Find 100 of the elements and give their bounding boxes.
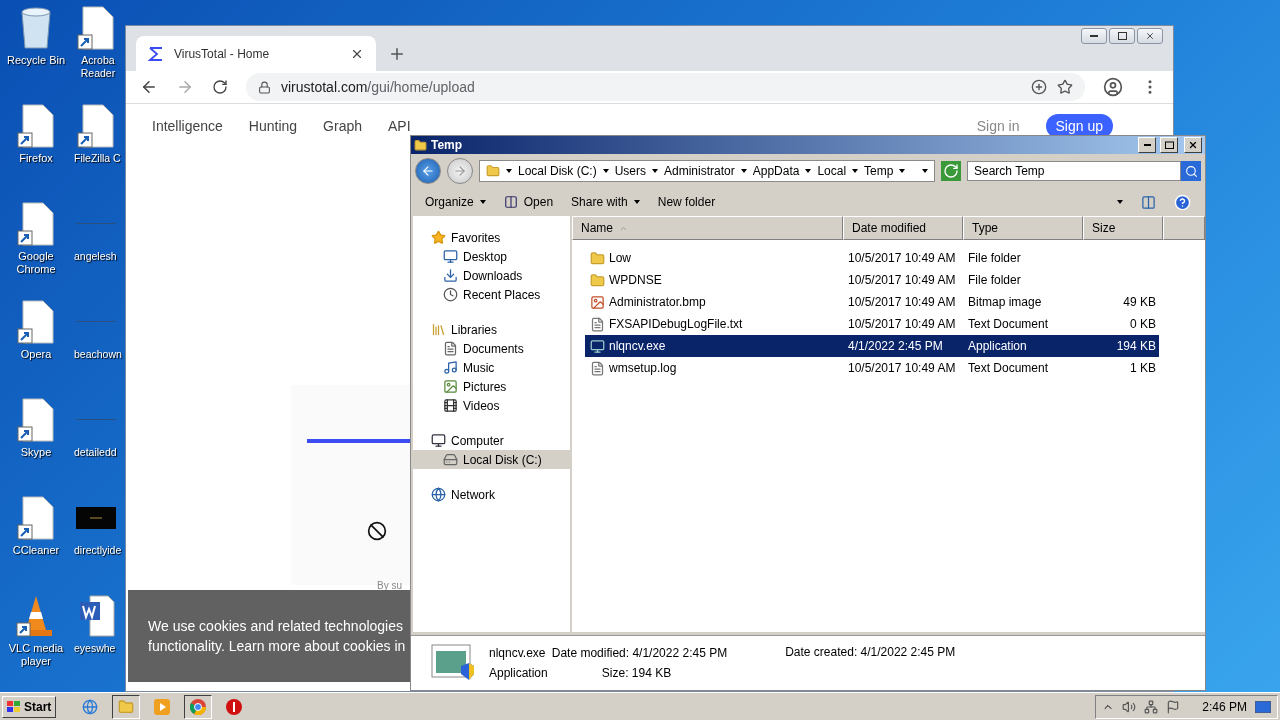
- breadcrumb-item[interactable]: AppData: [752, 164, 800, 178]
- caret-icon[interactable]: [805, 169, 812, 173]
- sign-up-button[interactable]: Sign up: [1045, 114, 1113, 138]
- sign-in-link[interactable]: Sign in: [976, 118, 1020, 134]
- browser-tab[interactable]: VirusTotal - Home: [136, 36, 376, 71]
- application-icon: [431, 644, 475, 682]
- nav-item[interactable]: Documents: [413, 339, 570, 358]
- breadcrumb-item[interactable]: Users: [614, 164, 647, 178]
- preview-pane-icon[interactable]: [1141, 194, 1156, 210]
- caret-icon[interactable]: [506, 169, 512, 173]
- desktop-icon-label[interactable]: CCleaner: [12, 544, 60, 557]
- lock-icon: [258, 80, 271, 94]
- shortcut-file-icon: [77, 6, 115, 50]
- type-cell-text: Bitmap image: [967, 295, 1043, 309]
- forward-button[interactable]: [447, 158, 473, 184]
- toolbar-button[interactable]: Open: [503, 195, 554, 209]
- desktop-icon-label[interactable]: Firefox: [19, 152, 53, 165]
- column-header[interactable]: Name: [572, 216, 843, 240]
- file-row[interactable]: Administrator.bmp 10/5/2017 10:49 AM Bitmap image 49 KB: [585, 291, 1159, 313]
- file-row[interactable]: Low 10/5/2017 10:49 AM File folder: [585, 247, 1159, 269]
- refresh-icon[interactable]: [941, 161, 961, 181]
- maximize-button[interactable]: [1160, 137, 1178, 153]
- nav-item[interactable]: Local Disk (C:): [413, 450, 570, 469]
- download-icon: [443, 268, 458, 283]
- search-field[interactable]: Search Temp: [967, 161, 1181, 181]
- back-icon[interactable]: [140, 78, 158, 96]
- desktop-icon-label[interactable]: eyeswhe: [74, 642, 116, 655]
- monitor-icon: [443, 249, 458, 264]
- desktop-icon-label[interactable]: angelesh: [74, 250, 117, 263]
- breadcrumb-bar[interactable]: Local Disk (C:) Users Administrator AppData Local Temp: [479, 160, 935, 182]
- file-row[interactable]: WPDNSE 10/5/2017 10:49 AM File folder: [585, 269, 1159, 291]
- desktop-icon-label[interactable]: Acroba Reader: [74, 54, 122, 80]
- speaker-icon[interactable]: [1122, 699, 1137, 714]
- browser-logo-icon: [190, 698, 207, 715]
- maximize-icon: [1164, 141, 1174, 149]
- nav-link[interactable]: API: [388, 118, 411, 134]
- desktop-icon-label[interactable]: Recycle Bin: [6, 54, 66, 67]
- column-header[interactable]: Type: [963, 216, 1083, 240]
- desktop-icon-label[interactable]: Skype: [20, 446, 52, 459]
- nav-item[interactable]: Recent Places: [413, 285, 570, 304]
- column-header[interactable]: Date modified: [843, 216, 963, 240]
- application-icon: [590, 338, 605, 354]
- nav-item[interactable]: Pictures: [413, 377, 570, 396]
- nav-item[interactable]: Videos: [413, 396, 570, 415]
- caret-icon[interactable]: [740, 169, 747, 173]
- desktop-icon-label[interactable]: Google Chrome: [2, 250, 70, 276]
- caret-icon[interactable]: [1117, 200, 1123, 204]
- nav-item[interactable]: Favorites: [413, 228, 570, 247]
- show-desktop-icon[interactable]: [1255, 700, 1271, 713]
- size-cell-text: 0 KB: [1129, 317, 1157, 331]
- desktop-icon-label[interactable]: directlyide: [74, 544, 122, 557]
- nav-link[interactable]: Intelligence: [152, 118, 223, 134]
- desktop-icon-label[interactable]: beachown: [74, 348, 122, 361]
- minimize-button[interactable]: [1081, 28, 1107, 44]
- breadcrumb-item[interactable]: Local: [817, 164, 847, 178]
- caret-icon[interactable]: [652, 169, 659, 173]
- caret-icon[interactable]: [602, 169, 609, 173]
- url-host: virustotal.com: [281, 79, 368, 95]
- shortcut-file-icon: [17, 496, 55, 540]
- nav-item[interactable]: Computer: [413, 431, 570, 450]
- toolbar-button[interactable]: Share with: [571, 195, 640, 209]
- date-cell-text: 10/5/2017 10:49 AM: [847, 251, 957, 265]
- taskbar-button[interactable]: [184, 694, 213, 719]
- nav-item[interactable]: Libraries: [413, 320, 570, 339]
- desktop-icon-label[interactable]: detailedd: [74, 446, 117, 459]
- add-circle-icon[interactable]: [1031, 79, 1047, 95]
- nav-item[interactable]: Music: [413, 358, 570, 377]
- help-icon[interactable]: [1174, 193, 1191, 211]
- toolbar-button[interactable]: Organize: [425, 195, 486, 209]
- profile-icon[interactable]: [1103, 77, 1123, 97]
- reload-icon[interactable]: [212, 79, 228, 95]
- desktop-icon-label[interactable]: FileZilla C: [74, 152, 121, 165]
- nav-item[interactable]: Network: [413, 485, 570, 504]
- new-tab-icon[interactable]: [388, 45, 406, 63]
- caret-icon[interactable]: [922, 169, 928, 173]
- breadcrumb-item[interactable]: Administrator: [664, 164, 735, 178]
- file-row[interactable]: FXSAPIDebugLogFile.txt 10/5/2017 10:49 AM Text Document 0 KB: [585, 313, 1159, 335]
- back-button[interactable]: [415, 158, 441, 184]
- network-icon[interactable]: [1144, 699, 1159, 714]
- file-row[interactable]: wmsetup.log 10/5/2017 10:49 AM Text Document 1 KB: [585, 357, 1159, 379]
- nav-link[interactable]: Graph: [323, 118, 362, 134]
- start-button[interactable]: Start: [2, 695, 57, 718]
- desktop-icon-label[interactable]: VLC media player: [2, 642, 70, 668]
- address-bar[interactable]: virustotal.com/gui/home/upload: [246, 73, 1085, 101]
- nav-item[interactable]: Desktop: [413, 247, 570, 266]
- breadcrumb-item[interactable]: Temp: [864, 164, 894, 178]
- toolbar-button[interactable]: New folder: [657, 195, 716, 209]
- taskbar-button[interactable]: [112, 694, 141, 719]
- nav-link[interactable]: Hunting: [248, 118, 298, 134]
- column-header[interactable]: Size: [1083, 216, 1163, 240]
- caret-icon[interactable]: [852, 169, 859, 173]
- flag-icon[interactable]: [1166, 699, 1181, 714]
- nav-item[interactable]: Downloads: [413, 266, 570, 285]
- caret-icon[interactable]: [899, 169, 906, 173]
- restore-button[interactable]: [1109, 28, 1135, 44]
- desktop-icon-label[interactable]: Opera: [20, 348, 52, 361]
- bookmark-star-icon[interactable]: [1057, 79, 1073, 95]
- file-row[interactable]: nlqncv.exe 4/1/2022 2:45 PM Application 194 KB: [585, 335, 1159, 357]
- search-button[interactable]: [1181, 161, 1201, 181]
- breadcrumb-item[interactable]: Local Disk (C:): [518, 164, 597, 178]
